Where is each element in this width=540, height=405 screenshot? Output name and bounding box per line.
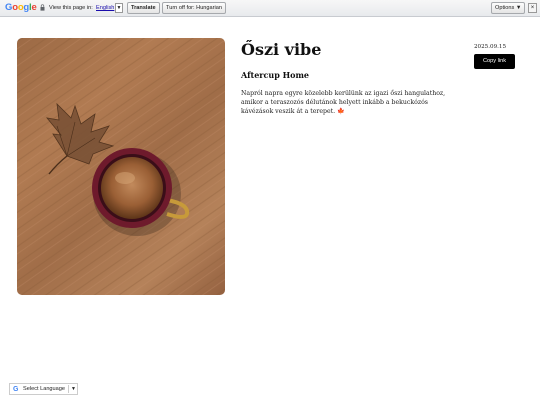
lock-icon — [40, 4, 45, 11]
copy-link-button[interactable]: Copy link — [474, 54, 515, 69]
select-language-dropdown[interactable]: G Select Language ▼ — [9, 383, 78, 395]
post-body: Napról napra egyre közelebb kerülünk az … — [241, 90, 446, 115]
post-date: 2025.09.15 — [474, 44, 507, 50]
chevron-down-icon: ▼ — [71, 386, 76, 392]
post-author: Aftercup Home — [241, 70, 310, 80]
google-logo: Google — [5, 2, 37, 13]
options-button[interactable]: Options ▼ — [491, 2, 526, 14]
turn-off-button[interactable]: Turn off for: Hungarian — [162, 2, 226, 14]
translate-bar: Google View this page in: English ▼ Tran… — [0, 0, 540, 17]
google-g-icon: G — [13, 386, 19, 393]
coffee-leaf-illustration — [17, 38, 225, 295]
close-icon[interactable]: × — [528, 3, 537, 13]
language-dropdown-icon[interactable]: ▼ — [115, 3, 123, 13]
post-image — [17, 38, 225, 295]
view-page-text: View this page in: — [49, 5, 93, 11]
language-link[interactable]: English — [96, 5, 114, 11]
divider — [68, 385, 69, 393]
select-language-label: Select Language — [23, 386, 65, 392]
post-title: Őszi vibe — [241, 40, 322, 59]
translate-button[interactable]: Translate — [127, 2, 160, 14]
